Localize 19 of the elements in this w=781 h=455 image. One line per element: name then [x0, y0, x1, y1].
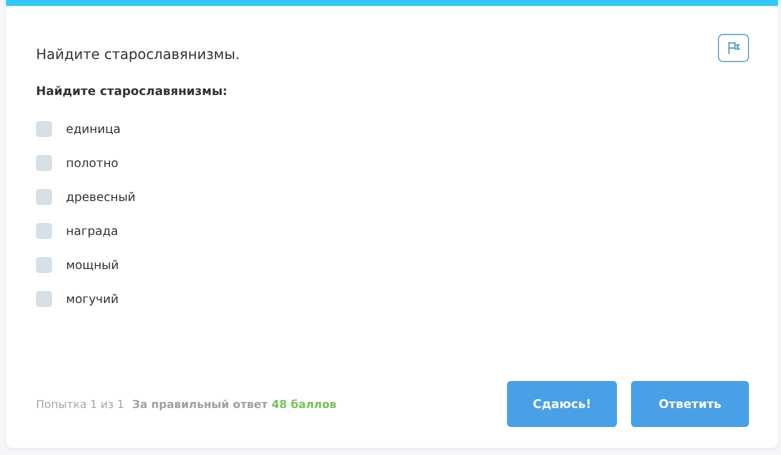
option-label[interactable]: древесный: [66, 190, 136, 204]
points-value: 48 баллов: [272, 398, 336, 410]
checkbox[interactable]: [36, 155, 52, 171]
checkbox[interactable]: [36, 223, 52, 239]
option-label[interactable]: полотно: [66, 156, 118, 170]
checkbox[interactable]: [36, 257, 52, 273]
flag-icon: [726, 41, 740, 55]
option-label[interactable]: награда: [66, 224, 118, 238]
checkbox[interactable]: [36, 189, 52, 205]
checkbox[interactable]: [36, 121, 52, 137]
question-title: Найдите старославянизмы.: [36, 47, 240, 63]
checkbox[interactable]: [36, 291, 52, 307]
reward-label: За правильный ответ: [132, 398, 268, 410]
flag-button[interactable]: [718, 34, 749, 62]
option-label[interactable]: единица: [66, 122, 121, 136]
question-prompt: Найдите старославянизмы:: [36, 84, 228, 98]
option-label[interactable]: могучий: [66, 292, 118, 306]
option-label[interactable]: мощный: [66, 258, 119, 272]
attempt-counter: Попытка 1 из 1: [36, 398, 124, 410]
